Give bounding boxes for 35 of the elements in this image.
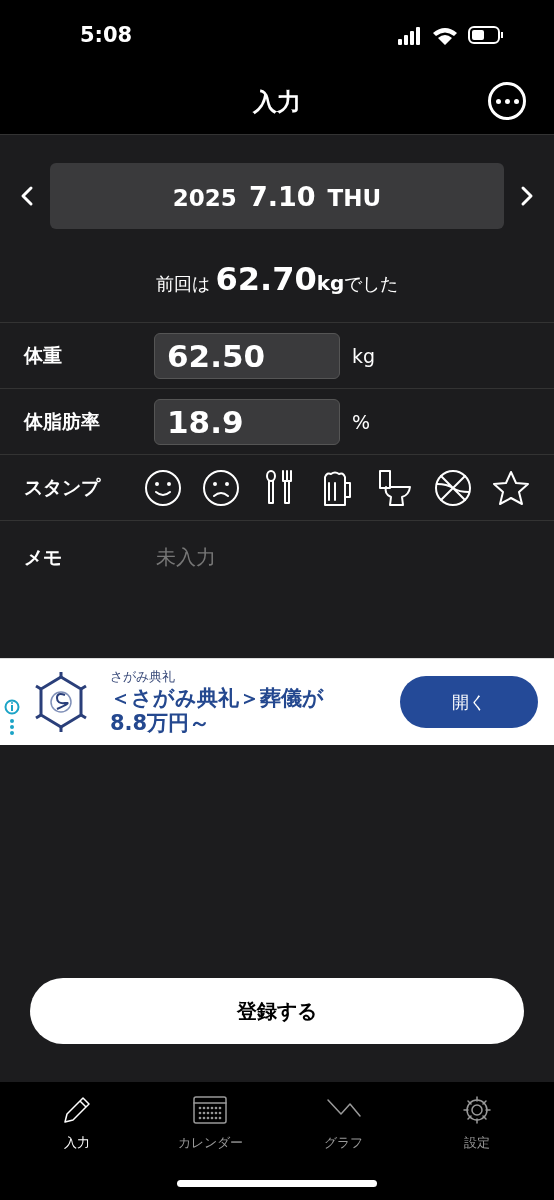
chevron-left-icon[interactable] (20, 185, 34, 207)
frown-icon[interactable] (202, 468, 240, 507)
input-field[interactable]: 62.50 (154, 332, 340, 379)
tab[interactable]: 設定 (422, 1094, 533, 1152)
unit-label: kg (352, 344, 376, 367)
date-display[interactable]: 2025 7.10 THU (50, 163, 504, 229)
ad-headline: ＜さがみ典礼＞葬儀が8.8万円～ (110, 685, 325, 737)
wifi-icon (432, 25, 458, 45)
more-button[interactable] (488, 82, 526, 120)
input-field[interactable]: 18.9 (154, 398, 340, 445)
smile-icon[interactable] (144, 468, 182, 507)
unit-label: % (352, 410, 371, 433)
calendar-icon (192, 1094, 229, 1126)
memo-field[interactable]: 未入力 (154, 545, 458, 570)
tab[interactable]: カレンダー (155, 1094, 266, 1152)
chevron-right-icon[interactable] (520, 185, 534, 207)
field-label: 体重 (24, 342, 63, 368)
signal-icon (398, 25, 422, 45)
advertiser-logo (34, 671, 88, 733)
tab[interactable]: グラフ (288, 1094, 399, 1152)
toilet-icon[interactable] (376, 468, 414, 507)
status-time: 5:08 (80, 23, 133, 47)
ad-banner[interactable]: さがみ典礼 ＜さがみ典礼＞葬儀が8.8万円～ 開く (0, 658, 554, 745)
register-button[interactable]: 登録する (30, 978, 524, 1044)
screen-title: 入力 (253, 87, 301, 118)
star-icon[interactable] (492, 468, 530, 507)
basketball-icon[interactable] (434, 468, 472, 507)
battery-icon (468, 25, 504, 45)
field-label: スタンプ (24, 474, 102, 500)
tab[interactable]: 入力 (21, 1094, 132, 1152)
field-label: 体脂肪率 (24, 408, 101, 434)
field-label: メモ (24, 545, 63, 570)
advertiser-name: さがみ典礼 (110, 667, 176, 686)
open-button[interactable]: 開く (400, 676, 538, 728)
previous-weight-text: 前回は 62.70kgでした (155, 259, 399, 300)
